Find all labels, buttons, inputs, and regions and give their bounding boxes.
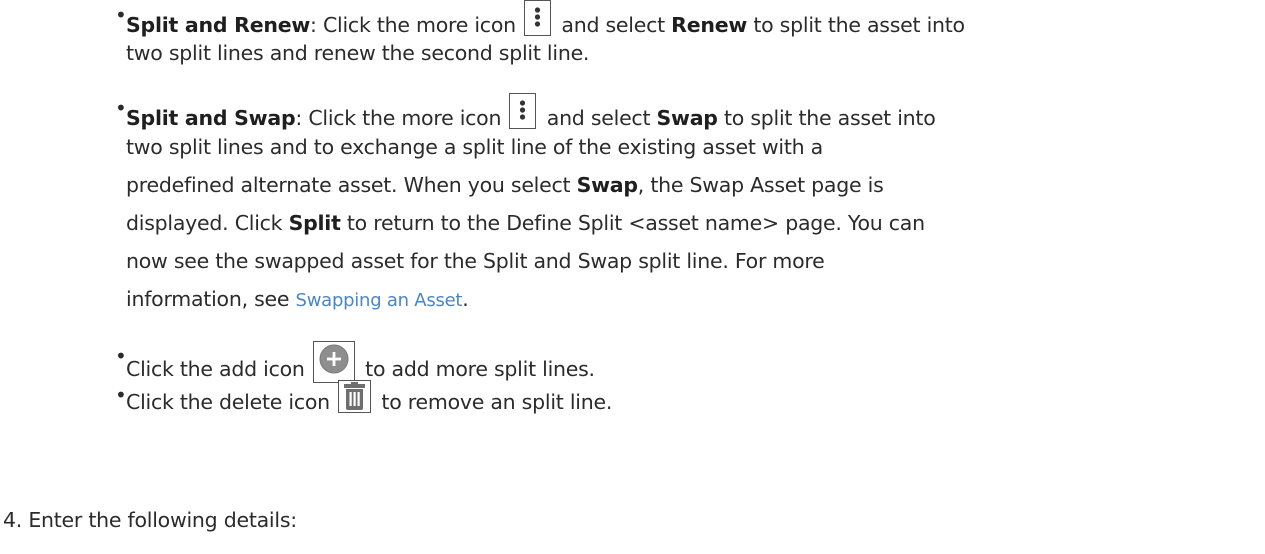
bullet: • <box>115 3 127 27</box>
option-renew: Renew <box>671 13 748 37</box>
swapping-an-asset-link[interactable]: Swapping an Asset <box>296 290 463 311</box>
term-split-and-renew: Split and Renew <box>126 13 311 37</box>
bullet: • <box>115 383 127 407</box>
more-icon <box>524 0 552 36</box>
term-split-and-swap: Split and Swap <box>126 106 296 130</box>
step-4: 4. Enter the following details: <box>3 508 297 532</box>
delete-icon <box>338 380 372 413</box>
line: displayed. Click Split to return to the … <box>126 211 925 235</box>
line: Click the add icon to add more split lin… <box>126 341 595 384</box>
line: Click the delete icon to remove an split… <box>126 380 612 417</box>
option-swap: Swap <box>656 106 718 130</box>
add-icon <box>312 341 355 383</box>
line: predefined alternate asset. When you sel… <box>126 173 884 197</box>
line: Split and Swap: Click the more icon and … <box>126 93 936 133</box>
line: information, see Swapping an Asset. <box>126 287 469 311</box>
more-icon <box>509 93 537 129</box>
line: two split lines and renew the second spl… <box>126 41 590 65</box>
bullet: • <box>115 344 127 368</box>
document-page: • Split and Renew: Click the more icon a… <box>0 0 1265 554</box>
line: Split and Renew: Click the more icon and… <box>126 0 965 40</box>
line: two split lines and to exchange a split … <box>126 135 823 159</box>
line: now see the swapped asset for the Split … <box>126 249 825 273</box>
bullet: • <box>115 96 127 120</box>
